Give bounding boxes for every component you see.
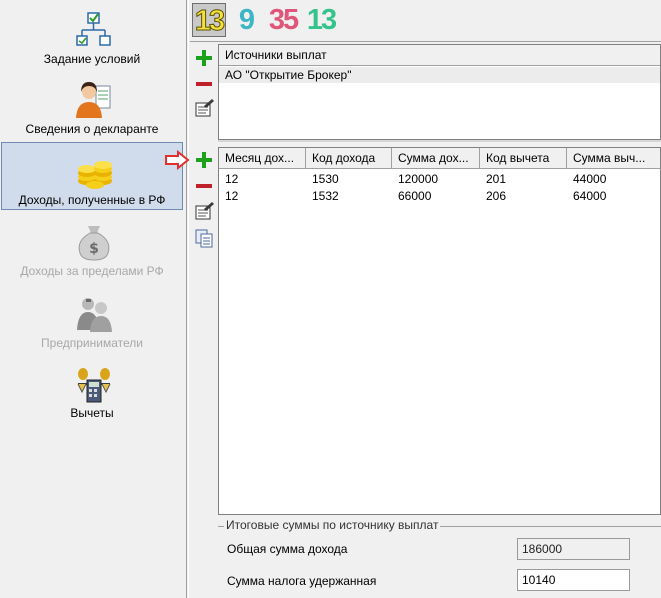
flowchart-icon xyxy=(76,12,111,46)
sidebar-navigation: Задание условий Сведения о декларанте До… xyxy=(0,0,186,598)
sidebar-divider xyxy=(186,0,187,598)
column-header-deduction-code[interactable]: Код вычета xyxy=(480,148,567,168)
sidebar-item-label: Сведения о декларанте xyxy=(25,122,159,136)
money-bag-icon: $ xyxy=(78,226,110,261)
edit-income-icon[interactable] xyxy=(194,201,214,221)
remove-income-icon[interactable] xyxy=(194,176,214,196)
year-label: 35 xyxy=(268,4,299,36)
cell-month: 12 xyxy=(225,172,239,186)
cell-deduction-code: 206 xyxy=(486,189,507,203)
remove-source-icon[interactable] xyxy=(194,74,214,94)
total-income-label: Общая сумма дохода xyxy=(227,542,348,556)
year-label: 9 xyxy=(238,4,255,36)
scales-calculator-icon xyxy=(77,368,111,403)
year-label: 13 xyxy=(194,5,225,38)
source-name-cell: АО "Открытие Брокер" xyxy=(225,68,352,82)
splitter[interactable] xyxy=(218,140,661,142)
year-button-2009[interactable]: 9 xyxy=(234,3,258,37)
year-button-2013-alt[interactable]: 13 xyxy=(304,3,338,37)
totals-group-title: Итоговые суммы по источнику выплат xyxy=(224,518,441,532)
sidebar-item-label: Вычеты xyxy=(70,406,114,420)
column-header-sources[interactable]: Источники выплат xyxy=(219,45,660,65)
sidebar-item-declarant[interactable]: Сведения о декларанте xyxy=(1,72,183,140)
income-grid-header: Месяц дох... Код дохода Сумма дох... Код… xyxy=(219,148,660,169)
column-header-deduction-sum[interactable]: Сумма выч... xyxy=(567,148,660,168)
cell-income-sum: 66000 xyxy=(398,189,432,203)
sidebar-item-conditions[interactable]: Задание условий xyxy=(1,2,183,70)
pointer-arrow-icon xyxy=(165,150,190,170)
year-toolbar: 13 9 35 13 xyxy=(190,0,661,40)
add-income-icon[interactable] xyxy=(194,150,214,170)
payment-sources-grid: Источники выплат АО "Открытие Брокер" xyxy=(218,44,661,140)
sidebar-item-label: Доходы, полученные в РФ xyxy=(18,193,166,207)
person-document-icon xyxy=(76,82,111,118)
sources-grid-header: Источники выплат xyxy=(219,45,660,66)
sidebar-item-label: Задание условий xyxy=(43,52,141,66)
cell-deduction-code: 201 xyxy=(486,172,507,186)
svg-text:$: $ xyxy=(89,241,99,257)
businessmen-icon xyxy=(77,298,112,332)
table-row[interactable]: АО "Открытие Брокер" xyxy=(219,67,660,83)
add-source-icon[interactable] xyxy=(194,48,214,68)
cell-month: 12 xyxy=(225,189,239,203)
sidebar-item-entrepreneurs[interactable]: Предприниматели xyxy=(1,286,183,354)
cell-deduction-sum: 64000 xyxy=(573,189,607,203)
sidebar-item-label: Предприниматели xyxy=(41,336,143,350)
column-header-income-sum[interactable]: Сумма дох... xyxy=(392,148,480,168)
sidebar-item-label: Доходы за пределами РФ xyxy=(20,264,164,278)
year-button-2013[interactable]: 13 xyxy=(192,3,226,38)
sidebar-item-income-abroad[interactable]: $ Доходы за пределами РФ xyxy=(1,214,183,282)
cell-income-code: 1532 xyxy=(312,189,339,203)
table-row[interactable]: 12 1530 120000 201 44000 xyxy=(219,171,660,187)
sidebar-divider-highlight xyxy=(188,0,189,598)
copy-income-icon[interactable] xyxy=(194,228,214,248)
cell-income-code: 1530 xyxy=(312,172,339,186)
year-label: 13 xyxy=(306,4,337,36)
coins-icon xyxy=(78,161,112,189)
year-button-2035[interactable]: 35 xyxy=(264,3,302,37)
tax-withheld-input[interactable]: 10140 xyxy=(517,569,630,591)
tax-withheld-label: Сумма налога удержанная xyxy=(227,574,377,588)
column-header-month[interactable]: Месяц дох... xyxy=(219,148,306,168)
edit-source-icon[interactable] xyxy=(194,98,214,118)
sidebar-item-deductions[interactable]: Вычеты xyxy=(1,356,183,424)
table-row[interactable]: 12 1532 66000 206 64000 xyxy=(219,188,660,204)
income-grid: Месяц дох... Код дохода Сумма дох... Код… xyxy=(218,147,661,515)
total-income-field: 186000 xyxy=(517,538,630,560)
sidebar-item-income-rf[interactable]: Доходы, полученные в РФ xyxy=(1,142,183,210)
column-header-income-code[interactable]: Код дохода xyxy=(306,148,392,168)
cell-deduction-sum: 44000 xyxy=(573,172,607,186)
toolbar-divider xyxy=(190,41,661,42)
cell-income-sum: 120000 xyxy=(398,172,439,186)
